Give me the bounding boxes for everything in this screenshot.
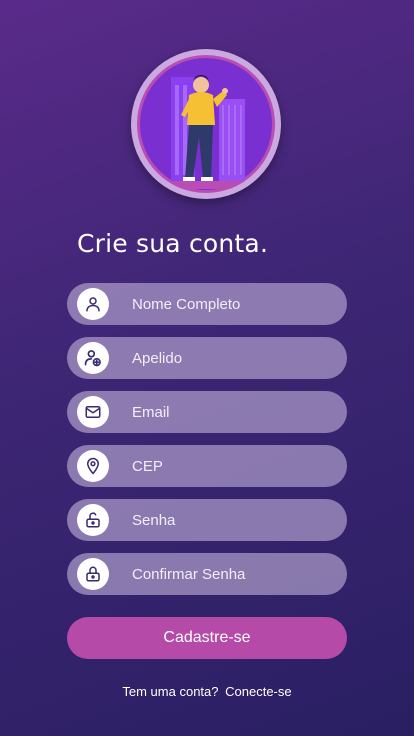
avatar xyxy=(131,49,281,199)
password-field[interactable] xyxy=(67,499,347,541)
confirm-password-input[interactable] xyxy=(132,553,332,595)
page-title: Crie sua conta. xyxy=(77,229,269,258)
cep-input[interactable] xyxy=(132,445,332,487)
nickname-field[interactable] xyxy=(67,337,347,379)
cep-field[interactable] xyxy=(67,445,347,487)
mail-icon xyxy=(77,396,109,428)
nickname-input[interactable] xyxy=(132,337,332,379)
confirm-password-field[interactable] xyxy=(67,553,347,595)
user-icon xyxy=(77,288,109,320)
signup-button[interactable]: Cadastre-se xyxy=(67,617,347,659)
unlock-icon xyxy=(77,504,109,536)
login-prompt: Tem uma conta? Conecte-se xyxy=(0,684,414,699)
full-name-input[interactable] xyxy=(132,283,332,325)
lock-icon xyxy=(77,558,109,590)
full-name-field[interactable] xyxy=(67,283,347,325)
email-field[interactable] xyxy=(67,391,347,433)
person-illustration-icon xyxy=(140,58,272,190)
email-input[interactable] xyxy=(132,391,332,433)
login-prompt-text: Tem uma conta? xyxy=(122,684,219,699)
password-input[interactable] xyxy=(132,499,332,541)
location-pin-icon xyxy=(77,450,109,482)
user-add-icon xyxy=(77,342,109,374)
avatar-illustration xyxy=(137,55,275,193)
login-link[interactable]: Conecte-se xyxy=(225,684,291,699)
